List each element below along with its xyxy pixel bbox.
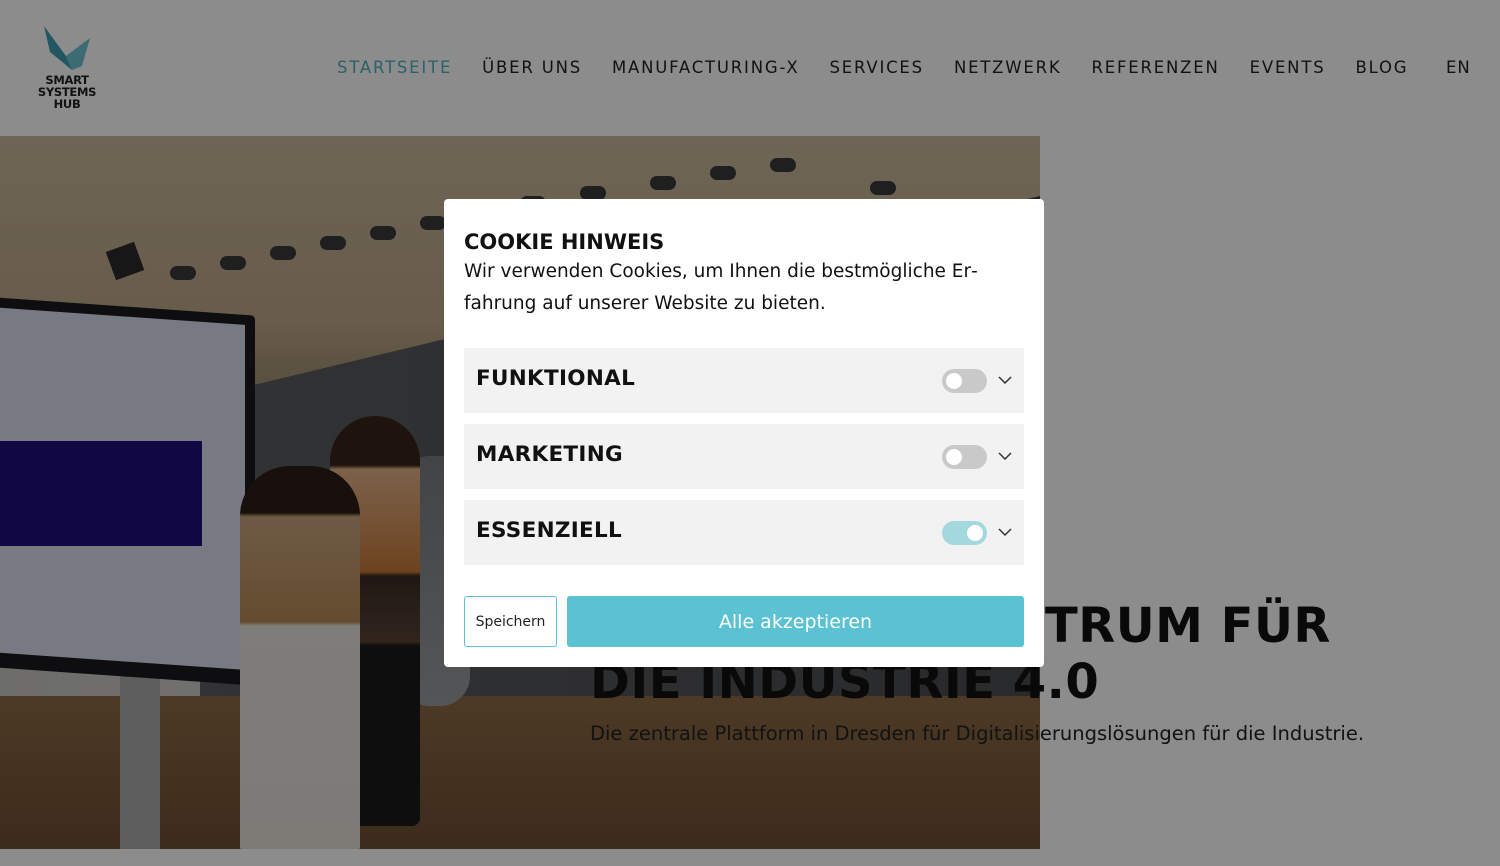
cookie-category-essenziell[interactable]: ESSENZIELL	[464, 500, 1024, 565]
cookie-category-label: MARKETING	[476, 442, 623, 467]
cookie-dialog-title: COOKIE HINWEIS	[464, 230, 665, 254]
cookie-category-funktional[interactable]: FUNKTIONAL	[464, 348, 1024, 413]
cookie-category-marketing[interactable]: MARKETING	[464, 424, 1024, 489]
chevron-down-icon[interactable]	[997, 372, 1013, 388]
save-button[interactable]: Speichern	[464, 596, 557, 647]
cookie-dialog: COOKIE HINWEIS Wir verwenden Cookies, um…	[444, 199, 1044, 667]
chevron-down-icon[interactable]	[997, 448, 1013, 464]
funktional-toggle[interactable]	[942, 369, 987, 393]
chevron-down-icon[interactable]	[997, 524, 1013, 540]
cookie-category-label: FUNKTIONAL	[476, 366, 636, 391]
essenziell-toggle[interactable]	[942, 521, 987, 545]
cookie-category-label: ESSENZIELL	[476, 518, 623, 543]
cookie-dialog-text: Wir verwenden Cookies, um Ihnen die best…	[464, 261, 978, 314]
accept-all-button[interactable]: Alle akzeptieren	[567, 596, 1024, 647]
marketing-toggle[interactable]	[942, 445, 987, 469]
